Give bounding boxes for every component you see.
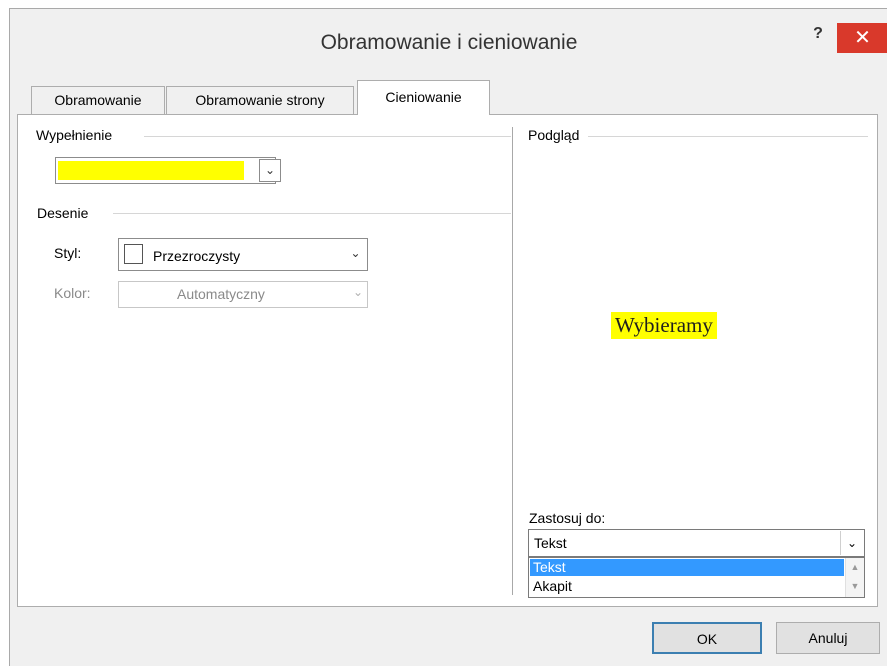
fill-dropdown-button[interactable]: ⌄ — [259, 159, 281, 182]
pattern-color-value: Automatyczny — [177, 286, 265, 302]
dialog-title: Obramowanie i cieniowanie — [320, 31, 578, 54]
tab-label: Cieniowanie — [385, 89, 462, 105]
style-value: Przezroczysty — [153, 248, 241, 264]
title-bar: Obramowanie i cieniowanie ? ✕ — [10, 9, 887, 67]
ok-button[interactable]: OK — [652, 622, 762, 654]
chevron-down-icon: ⌄ — [350, 246, 361, 260]
close-button[interactable]: ✕ — [837, 23, 887, 53]
chevron-down-icon: ⌄ — [264, 163, 276, 177]
fill-color-combo[interactable] — [55, 157, 276, 184]
apply-to-combo[interactable]: Tekst ⌄ — [528, 529, 865, 557]
cancel-button[interactable]: Anuluj — [776, 622, 880, 654]
style-dropdown-button[interactable]: ⌄ — [345, 243, 366, 266]
tab-page-border[interactable]: Obramowanie strony — [166, 86, 354, 114]
scroll-down-icon[interactable]: ▼ — [846, 577, 864, 596]
close-icon: ✕ — [854, 27, 871, 49]
chevron-down-icon: ⌄ — [846, 536, 858, 550]
scrollbar[interactable]: ▲ ▼ — [845, 558, 864, 597]
chevron-down-icon: ⌄ — [352, 285, 363, 299]
apply-to-dropdown-button[interactable]: ⌄ — [840, 531, 863, 555]
section-divider — [512, 127, 513, 595]
divider — [588, 136, 868, 137]
help-button[interactable]: ? — [806, 25, 830, 49]
apply-to-dropdown-list[interactable]: Tekst Akapit ▲ ▼ — [528, 557, 865, 598]
pattern-swatch — [124, 244, 143, 264]
style-combo[interactable]: Przezroczysty — [118, 238, 368, 271]
tab-panel: Wypełnienie ⌄ Desenie Styl: Przezroczyst… — [17, 114, 878, 607]
preview-label: Podgląd — [528, 127, 584, 143]
tab-label: Obramowanie — [54, 92, 142, 108]
divider — [144, 136, 511, 137]
scroll-up-icon[interactable]: ▲ — [846, 558, 864, 577]
fill-section-label: Wypełnienie — [36, 127, 117, 143]
tab-borders[interactable]: Obramowanie — [31, 86, 165, 114]
help-icon: ? — [813, 25, 823, 42]
tab-shading[interactable]: Cieniowanie — [357, 80, 490, 115]
divider — [113, 213, 511, 214]
color-label: Kolor: — [54, 285, 91, 301]
list-item-akapit[interactable]: Akapit — [530, 578, 844, 595]
list-item-tekst[interactable]: Tekst — [530, 559, 844, 576]
tab-label: Obramowanie strony — [195, 92, 325, 108]
patterns-section-label: Desenie — [37, 205, 93, 221]
style-label: Styl: — [54, 245, 82, 261]
apply-to-label: Zastosuj do: — [529, 510, 606, 526]
fill-color-swatch — [58, 161, 244, 180]
preview-sample-text: Wybieramy — [611, 312, 717, 339]
pattern-color-combo[interactable]: Automatyczny ⌄ — [118, 281, 368, 308]
apply-to-value: Tekst — [534, 535, 567, 551]
